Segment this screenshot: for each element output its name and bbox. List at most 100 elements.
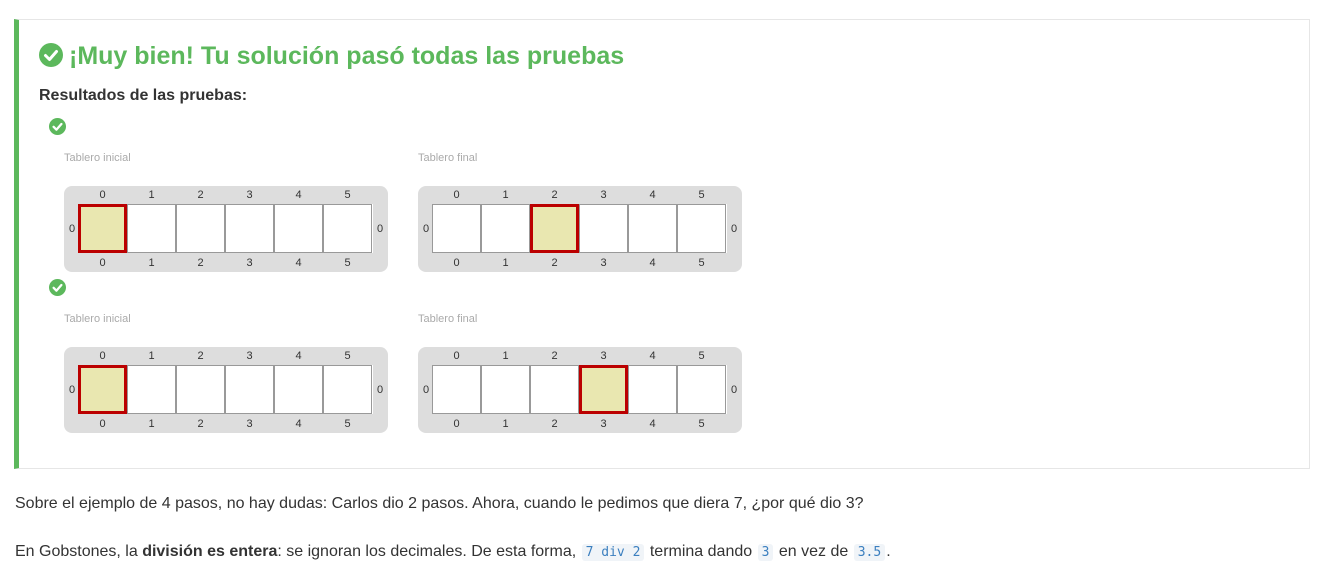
board-cell xyxy=(579,204,628,253)
initial-board-caption: Tablero inicial xyxy=(64,152,131,164)
board-cell-head xyxy=(78,365,127,414)
test-results-label: Resultados de las pruebas: xyxy=(39,87,248,104)
column-label-top: 3 xyxy=(246,350,253,362)
column-label-top: 0 xyxy=(99,350,106,362)
board-cell xyxy=(530,365,579,414)
final-board: 0 0 1 1 2 2 3 3 4 4 5 5 0 0 xyxy=(418,347,742,433)
column-label-top: 4 xyxy=(649,350,656,362)
board-cell xyxy=(432,204,481,253)
column-label-top: 5 xyxy=(344,350,351,362)
explanation-text: En Gobstones, la xyxy=(15,543,143,560)
row-label-left: 0 xyxy=(68,384,76,396)
column-label-bottom: 0 xyxy=(99,418,106,430)
column-label-top: 1 xyxy=(502,189,509,201)
column-label-bottom: 4 xyxy=(649,418,656,430)
column-label-top: 2 xyxy=(197,189,204,201)
board-cell xyxy=(628,365,677,414)
column-label-top: 2 xyxy=(551,189,558,201)
board-cell xyxy=(176,204,225,253)
column-label-top: 3 xyxy=(600,189,607,201)
column-label-top: 5 xyxy=(698,350,705,362)
board-cell-head xyxy=(530,204,579,253)
inline-code-decimal: 3.5 xyxy=(853,544,886,561)
column-label-bottom: 4 xyxy=(295,257,302,269)
column-label-bottom: 3 xyxy=(246,418,253,430)
column-label-bottom: 1 xyxy=(502,418,509,430)
column-label-top: 1 xyxy=(148,189,155,201)
success-title: ¡Muy bien! Tu solución pasó todas las pr… xyxy=(39,42,624,70)
explanation-text: en vez de xyxy=(774,543,853,560)
column-label-top: 5 xyxy=(698,189,705,201)
column-label-bottom: 3 xyxy=(600,418,607,430)
initial-board: 0 0 1 1 2 2 3 3 4 4 5 5 0 0 xyxy=(64,347,388,433)
column-label-top: 4 xyxy=(295,189,302,201)
column-label-bottom: 3 xyxy=(246,257,253,269)
inline-code-result: 3 xyxy=(757,544,774,561)
board-cell xyxy=(176,365,225,414)
column-label-top: 0 xyxy=(453,350,460,362)
board-cell xyxy=(127,204,176,253)
column-label-top: 3 xyxy=(246,189,253,201)
column-label-top: 3 xyxy=(600,350,607,362)
test-results-panel: ¡Muy bien! Tu solución pasó todas las pr… xyxy=(14,19,1310,469)
explanation-text: termina dando xyxy=(645,543,757,560)
board-cell xyxy=(225,365,274,414)
explanation-paragraph-1: Sobre el ejemplo de 4 pasos, no hay duda… xyxy=(15,495,864,512)
column-label-bottom: 3 xyxy=(600,257,607,269)
board-cell xyxy=(481,204,530,253)
column-label-bottom: 1 xyxy=(502,257,509,269)
column-label-top: 4 xyxy=(649,189,656,201)
board-cell xyxy=(628,204,677,253)
board-cell xyxy=(323,204,372,253)
board-cell-head xyxy=(579,365,628,414)
board-cell xyxy=(323,365,372,414)
final-board-caption: Tablero final xyxy=(418,152,478,164)
column-label-bottom: 0 xyxy=(99,257,106,269)
final-board: 0 0 1 1 2 2 3 3 4 4 5 5 0 0 xyxy=(418,186,742,272)
test-case: Tablero inicial Tablero final 0 0 1 1 2 2 3 3 4 4… xyxy=(19,277,779,437)
column-label-bottom: 2 xyxy=(197,418,204,430)
column-label-top: 2 xyxy=(551,350,558,362)
column-label-bottom: 5 xyxy=(344,418,351,430)
board-cell xyxy=(432,365,481,414)
column-label-top: 0 xyxy=(453,189,460,201)
column-label-bottom: 4 xyxy=(295,418,302,430)
board-grid xyxy=(78,204,373,253)
success-title-text: ¡Muy bien! Tu solución pasó todas las pr… xyxy=(69,42,625,70)
column-label-top: 0 xyxy=(99,189,106,201)
board-cell xyxy=(127,365,176,414)
column-label-bottom: 1 xyxy=(148,418,155,430)
row-label-left: 0 xyxy=(422,384,430,396)
row-label-left: 0 xyxy=(422,223,430,235)
explanation-emphasis: división es entera xyxy=(142,543,278,560)
explanation-text: : se ignoran los decimales. De esta form… xyxy=(277,543,581,560)
column-label-bottom: 0 xyxy=(453,418,460,430)
board-cell xyxy=(677,204,726,253)
column-label-top: 1 xyxy=(148,350,155,362)
test-passed-icon xyxy=(49,118,66,135)
final-board-caption: Tablero final xyxy=(418,313,478,325)
column-label-bottom: 5 xyxy=(698,418,705,430)
test-case: Tablero inicial Tablero final 0 0 1 1 2 2 3 3 4 4… xyxy=(19,116,779,276)
column-label-top: 1 xyxy=(502,350,509,362)
column-label-bottom: 2 xyxy=(197,257,204,269)
column-label-top: 2 xyxy=(197,350,204,362)
column-label-top: 5 xyxy=(344,189,351,201)
column-label-bottom: 2 xyxy=(551,418,558,430)
board-grid xyxy=(78,365,373,414)
row-label-right: 0 xyxy=(730,223,738,235)
check-circle-icon xyxy=(39,43,63,67)
board-cell xyxy=(274,204,323,253)
board-cell xyxy=(225,204,274,253)
column-label-top: 4 xyxy=(295,350,302,362)
board-cell-head xyxy=(78,204,127,253)
row-label-right: 0 xyxy=(730,384,738,396)
row-label-right: 0 xyxy=(376,223,384,235)
inline-code-expression: 7 div 2 xyxy=(581,544,645,561)
board-cell xyxy=(274,365,323,414)
column-label-bottom: 5 xyxy=(344,257,351,269)
board-grid xyxy=(432,365,727,414)
board-cell xyxy=(677,365,726,414)
explanation-text: . xyxy=(886,543,891,560)
column-label-bottom: 0 xyxy=(453,257,460,269)
